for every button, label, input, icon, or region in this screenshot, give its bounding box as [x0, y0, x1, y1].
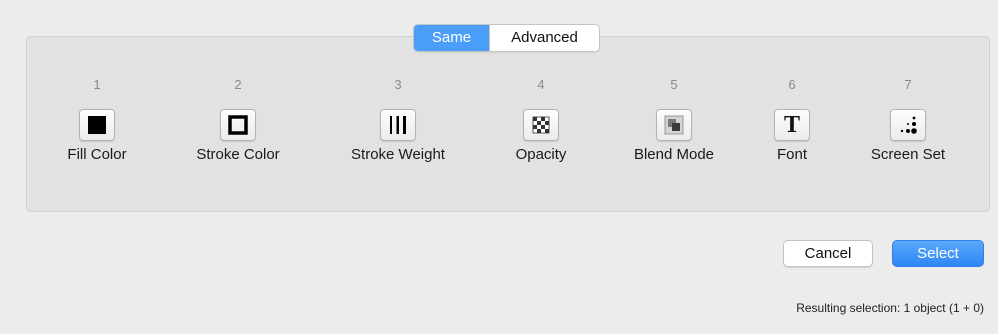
- option-label: Screen Set: [870, 146, 946, 163]
- option-label: Stroke Weight: [351, 146, 445, 163]
- option-label: Font: [776, 146, 807, 163]
- option-number: 3: [394, 77, 402, 92]
- fill-color-button[interactable]: [79, 109, 115, 141]
- font-icon: T: [783, 112, 800, 138]
- option-fill-color: 1 Fill Color: [22, 37, 172, 163]
- opacity-button[interactable]: [523, 109, 559, 141]
- option-number: 2: [234, 77, 242, 92]
- option-number: 7: [904, 77, 912, 92]
- stroke-color-button[interactable]: [220, 109, 256, 141]
- option-stroke-weight: 3 Stroke Weight: [323, 37, 473, 163]
- mode-segmented-control[interactable]: Same Advanced: [413, 24, 600, 52]
- option-stroke-color: 2 Stroke Color: [163, 37, 313, 163]
- option-label: Blend Mode: [633, 146, 715, 163]
- blend-mode-icon: [664, 115, 684, 135]
- option-label: Stroke Color: [196, 146, 280, 163]
- select-button[interactable]: Select: [892, 240, 984, 267]
- option-number: 4: [537, 77, 545, 92]
- screen-set-icon: [900, 116, 917, 134]
- screen-set-button[interactable]: [890, 109, 926, 141]
- resulting-selection-status: Resulting selection: 1 object (1 + 0): [796, 301, 984, 315]
- option-number: 1: [93, 77, 101, 92]
- stroke-weight-icon: [390, 116, 406, 134]
- tab-advanced[interactable]: Advanced: [489, 25, 599, 51]
- option-label: Opacity: [515, 146, 567, 163]
- opacity-icon: [532, 116, 550, 134]
- font-button[interactable]: T: [774, 109, 810, 141]
- stroke-weight-button[interactable]: [380, 109, 416, 141]
- option-screen-set: 7 Screen Set: [833, 37, 983, 163]
- blend-mode-button[interactable]: [656, 109, 692, 141]
- fill-color-icon: [88, 116, 106, 134]
- options-panel: 1 Fill Color 2 Stroke Color 3 Stroke Wei…: [26, 36, 990, 212]
- tab-same[interactable]: Same: [414, 25, 489, 51]
- option-opacity: 4 Opacity: [466, 37, 616, 163]
- stroke-color-icon: [228, 115, 248, 135]
- option-number: 5: [670, 77, 678, 92]
- option-number: 6: [788, 77, 796, 92]
- cancel-button[interactable]: Cancel: [783, 240, 873, 267]
- option-label: Fill Color: [67, 146, 127, 163]
